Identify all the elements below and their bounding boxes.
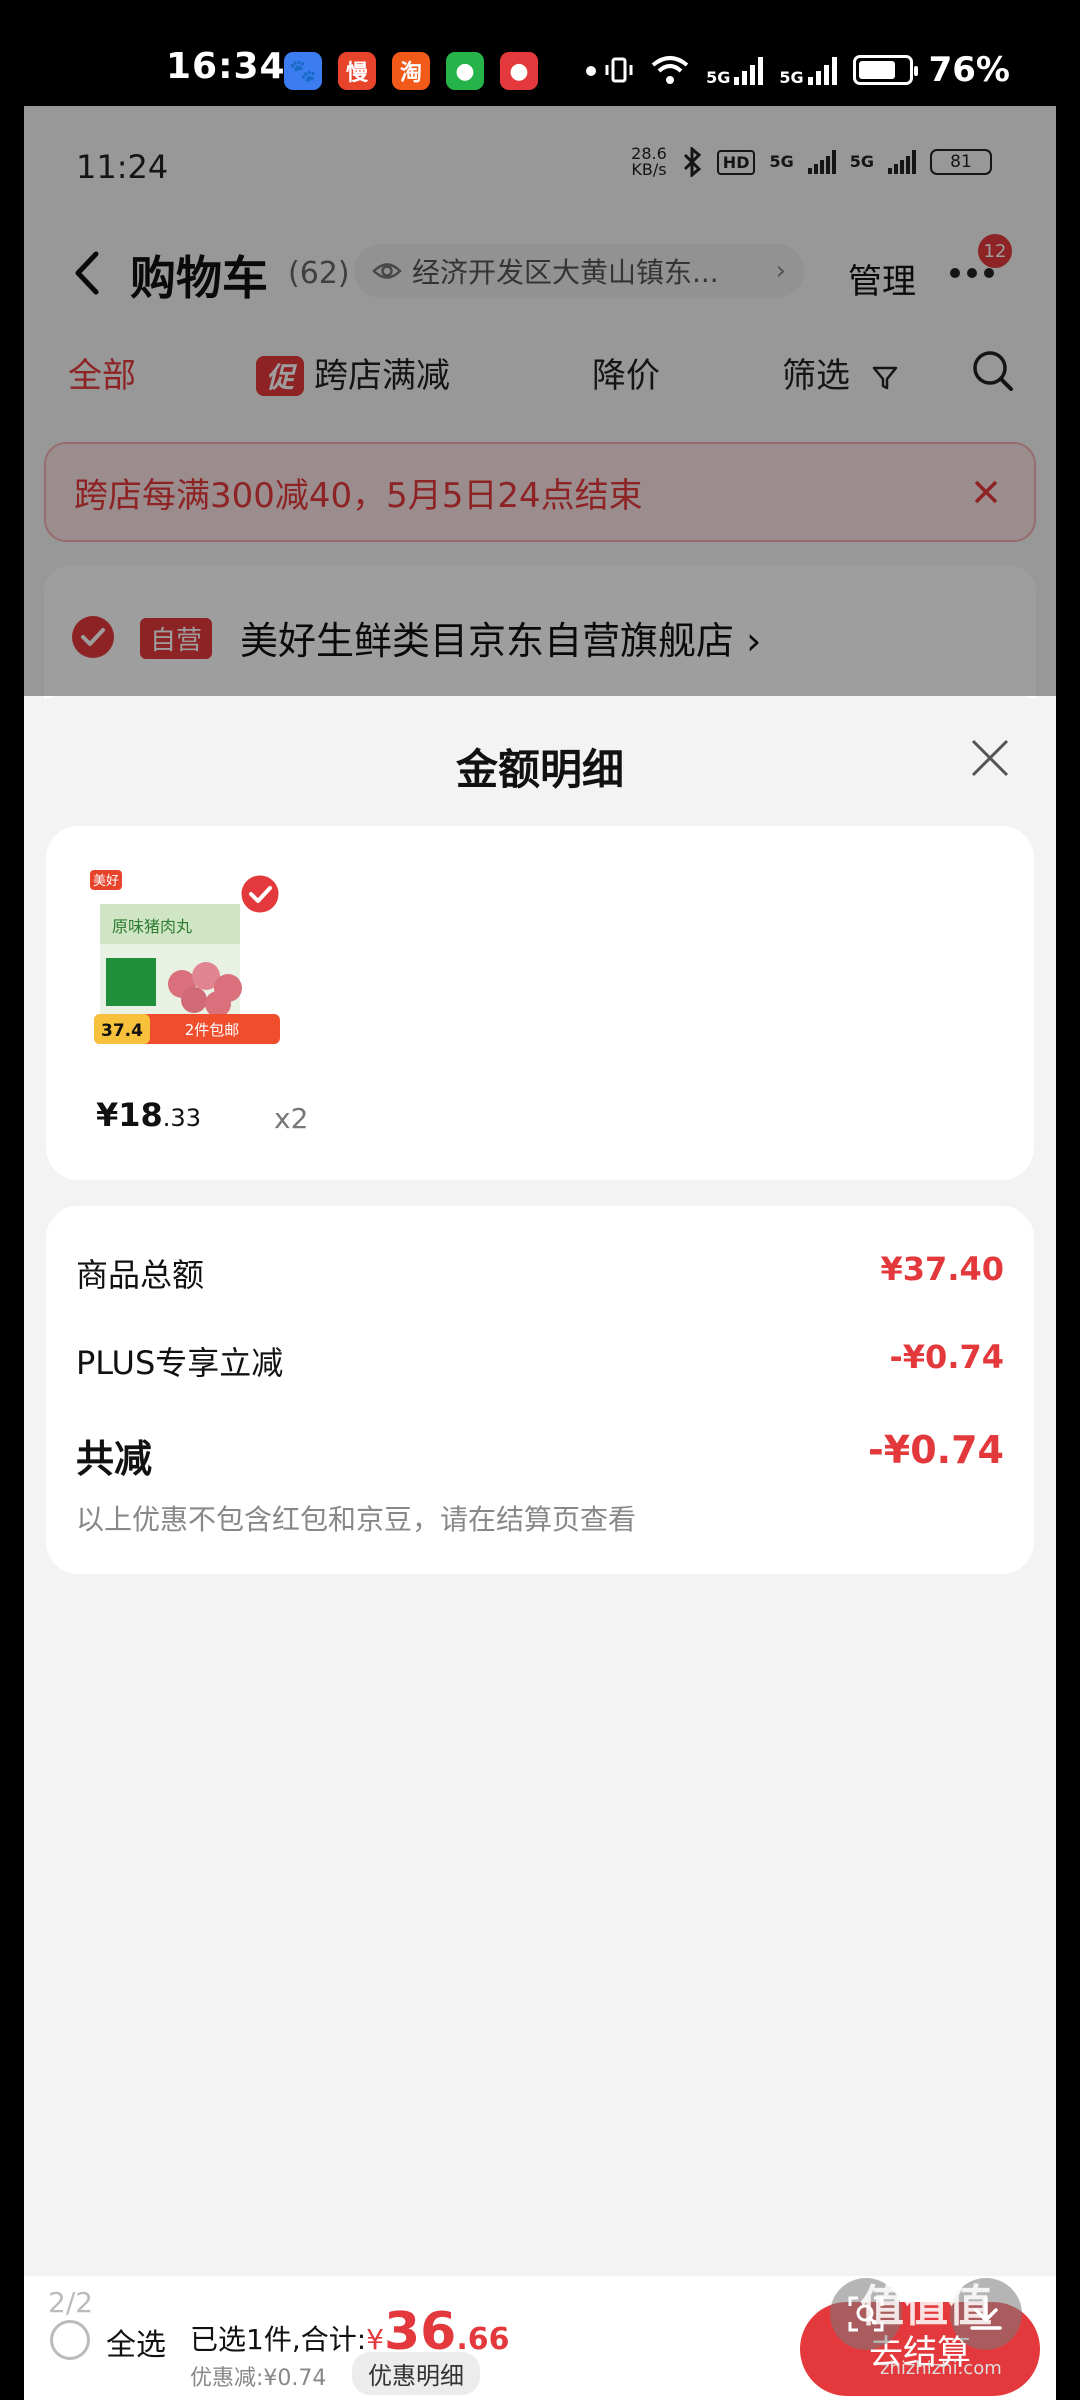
vibrate-icon — [605, 57, 633, 83]
inner-status-time: 11:24 — [76, 148, 169, 186]
tab-filter-label: 筛选 — [782, 356, 850, 396]
site-watermark: 值值值 — [860, 2281, 992, 2332]
close-icon[interactable] — [968, 736, 1012, 780]
price-main: ¥18 — [96, 1096, 163, 1134]
cart-page-background: 11:24 28.6 KB/s HD 5G 5G 81 购物车 (62) 经济开发… — [24, 106, 1056, 766]
product-image-price: 37.4 — [101, 1021, 143, 1041]
select-all-label[interactable]: 全选 — [106, 2320, 166, 2364]
store-select-checkbox[interactable] — [72, 616, 114, 658]
filter-funnel-icon — [872, 366, 898, 389]
promotion-banner-text: 跨店每满300减40，5月5日24点结束 — [74, 475, 643, 516]
cart-filter-tabs: 全部 促跨店满减 降价 筛选 — [24, 336, 1056, 406]
product-unit-price: ¥18.33 — [96, 1096, 201, 1134]
delivery-address-text: 经济开发区大黄山镇东... — [412, 256, 719, 289]
price-decimal: .33 — [162, 1104, 201, 1132]
more-notifications-dot — [586, 66, 596, 76]
back-arrow-icon[interactable] — [68, 248, 108, 298]
close-icon[interactable] — [968, 474, 1004, 510]
discount-amount: 优惠减:¥0.74 — [190, 2366, 327, 2391]
network-type-2: 5G — [779, 68, 804, 87]
product-image[interactable]: 美好 原味猪肉丸 37.4 2件包邮 — [90, 864, 286, 1060]
signal-icon-1 — [734, 55, 764, 85]
jd-app-screen: 11:24 28.6 KB/s HD 5G 5G 81 购物车 (62) 经济开发… — [24, 106, 1056, 2400]
product-card: 美好 原味猪肉丸 37.4 2件包邮 ¥18.33 x2 — [46, 826, 1034, 1180]
inner-signal-icon-1 — [807, 150, 836, 174]
tab-filter[interactable]: 筛选 — [782, 348, 899, 397]
inner-network-type-1: 5G — [769, 152, 794, 171]
battery-percent: 76% — [928, 50, 1010, 90]
outer-status-bar: 16:34 🐾 慢淘 ● ● 5G 5G 76% — [0, 0, 1080, 106]
inner-signal-icon-2 — [888, 150, 916, 174]
inner-battery-icon: 81 — [930, 149, 992, 175]
selected-count-text: 已选1件,合计: — [190, 2323, 367, 2356]
total-discount-label: 共减 — [76, 1437, 153, 1481]
cart-header: 购物车 (62) 经济开发区大黄山镇东... › 管理 12 — [24, 226, 1056, 316]
notification-app-icons: 🐾 慢淘 ● ● — [284, 52, 596, 90]
promotion-banner[interactable]: 跨店每满300减40，5月5日24点结束 — [44, 442, 1036, 542]
message-count-badge: 12 — [978, 234, 1012, 268]
location-eye-icon — [372, 263, 402, 279]
battery-icon — [852, 55, 918, 85]
goods-total-value: ¥37.40 — [880, 1250, 1004, 1288]
inner-battery-level: 81 — [950, 152, 972, 172]
jd-app-icon: ● — [500, 52, 538, 90]
goods-total-label: 商品总额 — [76, 1256, 205, 1294]
product-quantity: x2 — [274, 1102, 309, 1135]
tab-cross-store-label: 跨店满减 — [314, 356, 451, 396]
discount-detail-button[interactable]: 优惠明细 — [352, 2352, 480, 2395]
network-speed: 28.6 KB/s — [631, 146, 667, 178]
status-right-icons: 5G 5G 76% — [604, 50, 1010, 90]
bluetooth-icon — [683, 147, 702, 177]
signal-icon-2 — [807, 55, 837, 85]
product-brand-text: 美好 — [93, 874, 119, 889]
man-app-icon: 慢 — [338, 52, 376, 90]
amount-summary-card: 商品总额 ¥37.40 PLUS专享立减 -¥0.74 共减 -¥0.74 以上… — [46, 1206, 1034, 1574]
taobao-app-icon: 淘 — [392, 52, 430, 90]
sheet-title: 金额明细 — [455, 745, 624, 794]
discount-note: 以上优惠不包含红包和京豆，请在结算页查看 — [76, 1503, 637, 1536]
inner-status-right: 28.6 KB/s HD 5G 5G 81 — [631, 146, 992, 178]
plus-discount-value: -¥0.74 — [889, 1338, 1005, 1376]
product-image-name: 原味猪肉丸 — [112, 917, 192, 936]
cart-item-count: (62) — [288, 256, 350, 291]
page-title: 购物车 — [130, 251, 268, 305]
select-all-radio[interactable] — [50, 2320, 90, 2360]
delivery-address-selector[interactable]: 经济开发区大黄山镇东... › — [354, 244, 804, 298]
manage-button[interactable]: 管理 — [848, 254, 916, 303]
check-icon — [81, 628, 105, 646]
page-indicator: 2/2 — [48, 2286, 94, 2319]
network-speed-unit: KB/s — [631, 160, 667, 179]
chevron-right-icon: › — [775, 256, 786, 286]
wifi-icon — [651, 56, 689, 84]
hd-voice-badge: HD — [716, 149, 756, 175]
plus-discount-label: PLUS专享立减 — [76, 1344, 284, 1382]
search-icon[interactable] — [970, 348, 1016, 394]
tab-price-drop[interactable]: 降价 — [592, 348, 660, 397]
store-name-link[interactable]: 美好生鲜类目京东自营旗舰店 › — [240, 610, 761, 665]
inner-network-type-2: 5G — [849, 152, 874, 171]
status-time: 16:34 — [166, 46, 286, 87]
product-image-shipping: 2件包邮 — [185, 1021, 240, 1039]
more-options-icon[interactable] — [950, 268, 994, 278]
message-app-icon: ● — [446, 52, 484, 90]
network-type-1: 5G — [706, 68, 731, 87]
amount-detail-sheet: 金额明细 美好 原味猪肉丸 37.4 2件包邮 ¥18.33 x2 商品总额 ¥… — [24, 696, 1056, 2276]
baidu-app-icon: 🐾 — [284, 52, 322, 90]
tab-all[interactable]: 全部 — [68, 348, 136, 397]
tab-cross-store-discount[interactable]: 促跨店满减 — [256, 348, 450, 397]
total-discount-value: -¥0.74 — [868, 1428, 1004, 1472]
promo-tag: 促 — [256, 356, 305, 396]
site-watermark-url: zhizhizhi.com — [880, 2358, 1002, 2379]
self-operated-tag: 自营 — [140, 618, 213, 659]
